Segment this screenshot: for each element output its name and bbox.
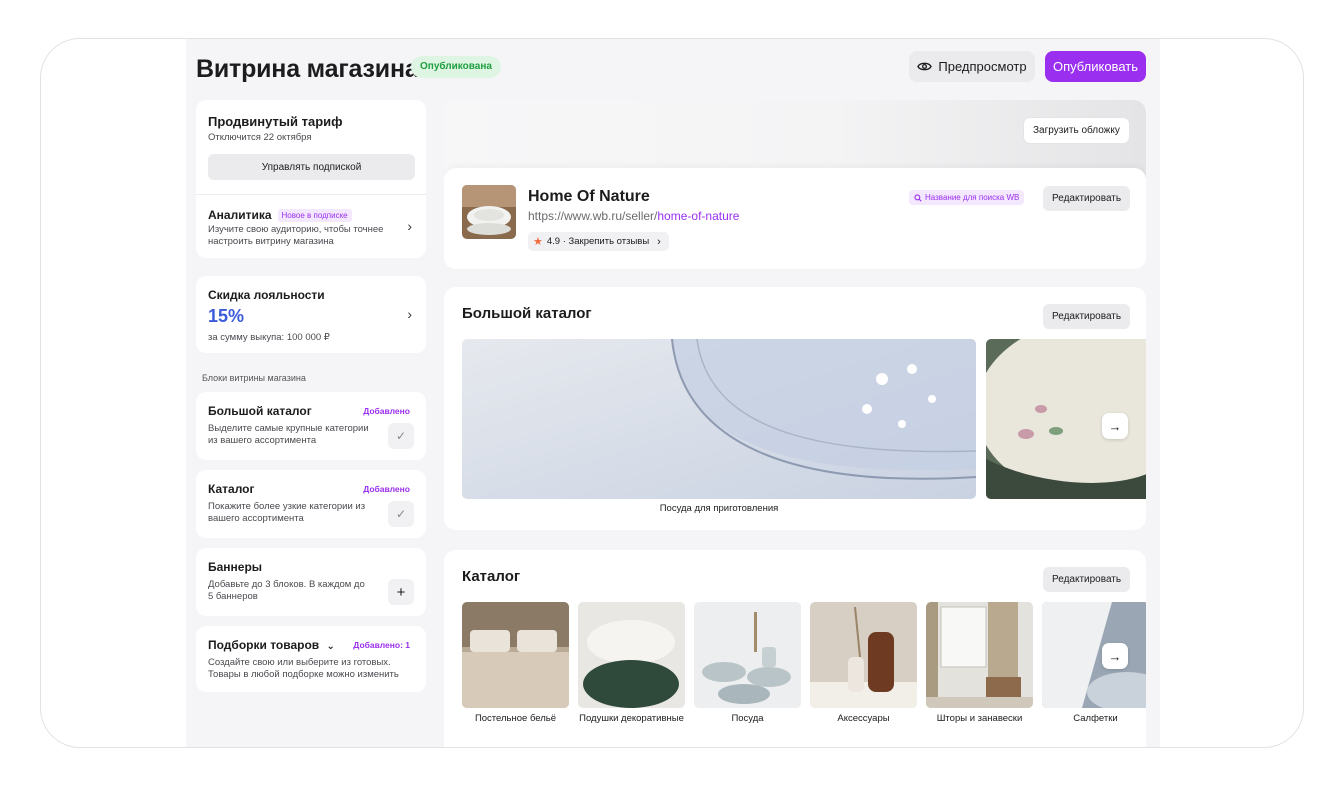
analytics-text: Изучите свою аудиторию, чтобы точнее нас… <box>208 224 384 247</box>
plus-icon[interactable]: + <box>388 579 414 605</box>
chevron-right-icon: › <box>407 218 412 234</box>
page-title: Витрина магазина <box>196 55 419 83</box>
catalog-item-image <box>1042 602 1146 708</box>
big-catalog-item-label: Посуда для приготовления <box>659 503 779 514</box>
arrow-right-icon[interactable]: → <box>1102 413 1128 439</box>
loyalty-title: Скидка лояльности <box>208 288 325 302</box>
block-status: Добавлено <box>363 406 410 416</box>
catalog-panel: Каталог Редактировать Постельное бельё П… <box>444 550 1146 747</box>
catalog-item-image <box>694 602 801 708</box>
store-logo <box>462 185 516 239</box>
store-url-slug: home-of-nature <box>657 209 740 223</box>
preview-button[interactable]: Предпросмотр <box>909 51 1035 82</box>
catalog-item[interactable]: Салфетки <box>1042 602 1146 725</box>
analytics-title-row: Аналитика Новое в подписке <box>208 208 352 223</box>
search-tag-label: Название для поиска WB <box>925 193 1020 202</box>
edit-catalog-button[interactable]: Редактировать <box>1043 567 1131 592</box>
catalog-item-image <box>462 602 569 708</box>
big-catalog-title: Большой каталог <box>462 305 592 322</box>
edit-big-catalog-button[interactable]: Редактировать <box>1043 304 1131 329</box>
catalog-item-image <box>578 602 685 708</box>
loyalty-value: 15% <box>208 306 245 326</box>
loyalty-card[interactable]: Скидка лояльности 15% за сумму выкупа: 1… <box>196 276 426 353</box>
block-card-banners[interactable]: Баннеры Добавьте до 3 блоков. В каждом д… <box>196 548 426 616</box>
catalog-item-label: Салфетки <box>1073 713 1118 724</box>
catalog-item-label: Подушки декоративные <box>579 713 684 724</box>
manage-subscription-button[interactable]: Управлять подпиской <box>208 154 415 180</box>
loyalty-text: за сумму выкупа: 100 000 ₽ <box>208 332 330 343</box>
block-text: Выделите самые крупные категории из ваше… <box>208 423 369 446</box>
block-card-collections[interactable]: Подборки товаров ⌄ Добавлено: 1 Создайте… <box>196 626 426 692</box>
block-card-catalog[interactable]: Каталог Добавлено Покажите более узкие к… <box>196 470 426 538</box>
check-icon[interactable]: ✓ <box>388 501 414 527</box>
catalog-item-label: Аксессуары <box>837 713 890 724</box>
catalog-title: Каталог <box>462 568 521 585</box>
store-url-prefix: https://www.wb.ru/seller/ <box>528 209 658 223</box>
plan-title: Продвинутый тариф <box>208 114 343 129</box>
header: Витрина магазина Опубликована Предпросмо… <box>196 51 1146 91</box>
block-title: Подборки товаров <box>208 638 320 652</box>
catalog-item-image <box>810 602 917 708</box>
store-name: Home Of Nature <box>528 188 650 205</box>
analytics-title: Аналитика <box>208 208 272 222</box>
big-catalog-image[interactable] <box>462 339 976 499</box>
chevron-right-icon: › <box>407 306 412 322</box>
block-text: Создайте свою или выберите из готовых. Т… <box>208 657 399 680</box>
plan-subtitle: Отключится 22 октября <box>208 132 312 143</box>
store-card: Home Of Nature https://www.wb.ru/seller/… <box>444 168 1146 269</box>
block-card-big-catalog[interactable]: Большой каталог Добавлено Выделите самые… <box>196 392 426 460</box>
search-name-tag[interactable]: Название для поиска WB <box>909 190 1025 205</box>
big-catalog-panel: Большой каталог Редактировать Посуда для… <box>444 287 1146 530</box>
upload-cover-button[interactable]: Загрузить обложку <box>1024 118 1129 143</box>
catalog-item-label: Посуда <box>731 713 764 724</box>
storefront-editor: Витрина магазина Опубликована Предпросмо… <box>186 39 1160 747</box>
chevron-down-icon[interactable]: ⌄ <box>327 641 335 652</box>
chevron-right-icon: › <box>657 235 661 248</box>
block-status: Добавлено: 1 <box>353 640 410 650</box>
rating-text: 4.9 · Закрепить отзывы <box>546 236 650 247</box>
block-title: Каталог <box>208 482 255 496</box>
block-title: Большой каталог <box>208 404 312 418</box>
blocks-section-label: Блоки витрины магазина <box>202 373 306 383</box>
arrow-right-icon[interactable]: → <box>1102 643 1128 669</box>
star-icon: ★ <box>533 236 543 248</box>
store-info-panel: Загрузить обложку Home Of Nature https:/… <box>444 100 1146 269</box>
block-title: Баннеры <box>208 560 263 574</box>
catalog-item[interactable]: Шторы и занавески <box>926 602 1033 725</box>
preview-label: Предпросмотр <box>938 59 1027 74</box>
block-text: Покажите более узкие категории из вашего… <box>208 501 366 524</box>
publish-button[interactable]: Опубликовать <box>1045 51 1146 82</box>
catalog-item[interactable]: Аксессуары <box>810 602 917 725</box>
catalog-item-label: Шторы и занавески <box>936 713 1023 724</box>
app-frame: Витрина магазина Опубликована Предпросмо… <box>40 38 1304 748</box>
new-tag: Новое в подписке <box>277 209 352 223</box>
search-icon <box>914 193 922 202</box>
check-icon[interactable]: ✓ <box>388 423 414 449</box>
status-badge: Опубликована <box>411 56 501 78</box>
catalog-item[interactable]: Постельное бельё <box>462 602 569 725</box>
catalog-item-image <box>926 602 1033 708</box>
block-text: Добавьте до 3 блоков. В каждом до 5 банн… <box>208 579 365 602</box>
rating-chip[interactable]: ★ 4.9 · Закрепить отзывы › <box>528 232 669 251</box>
catalog-item[interactable]: Подушки декоративные <box>578 602 685 725</box>
plan-card: Продвинутый тариф Отключится 22 октября … <box>196 100 426 258</box>
catalog-item[interactable]: Посуда <box>694 602 801 725</box>
store-url[interactable]: https://www.wb.ru/seller/home-of-nature <box>528 209 739 223</box>
block-status: Добавлено <box>363 484 410 494</box>
catalog-item-label: Постельное бельё <box>474 713 557 724</box>
edit-store-button[interactable]: Редактировать <box>1043 186 1131 211</box>
divider <box>196 194 426 195</box>
eye-icon <box>917 62 933 71</box>
block-title-row: Подборки товаров ⌄ <box>208 638 335 652</box>
